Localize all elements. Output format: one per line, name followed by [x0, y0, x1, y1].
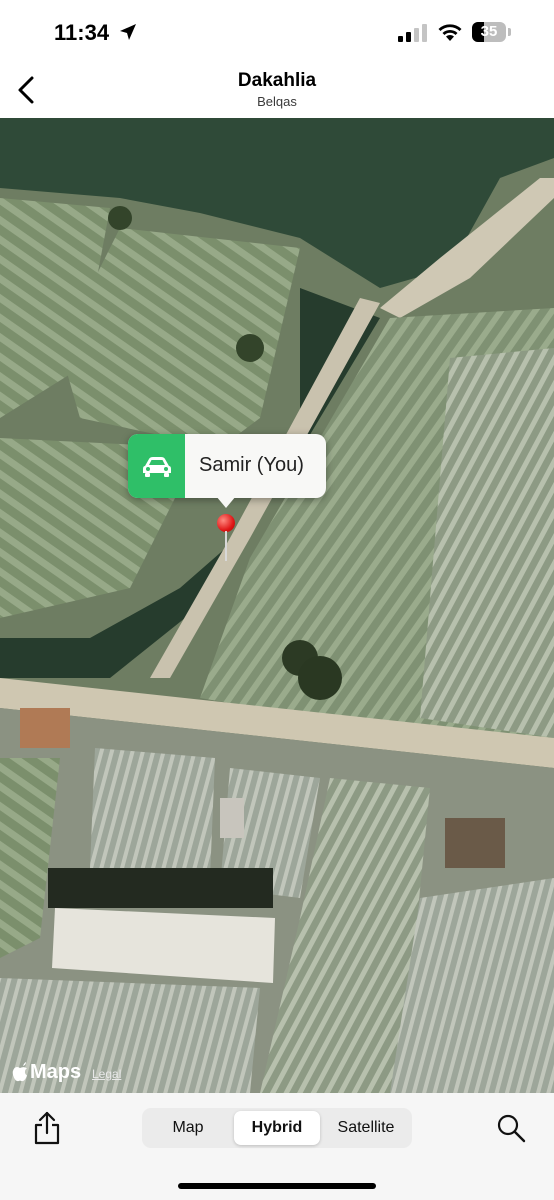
location-pin-icon[interactable] [217, 514, 235, 532]
status-bar: 11:34 35 [0, 0, 554, 62]
car-icon [143, 457, 171, 477]
satellite-map[interactable] [0, 118, 554, 1093]
status-time: 11:34 [54, 20, 110, 45]
navigation-bar: Dakahlia Belqas [0, 62, 554, 118]
segment-hybrid[interactable]: Hybrid [234, 1111, 320, 1145]
page-title: Dakahlia [237, 70, 317, 91]
car-icon-badge [128, 434, 185, 498]
location-pin-needle [225, 531, 227, 561]
callout-label: Samir (You) [199, 454, 304, 476]
cellular-signal-icon [398, 24, 427, 42]
apple-logo-icon [12, 1062, 27, 1082]
location-arrow-icon [120, 24, 136, 40]
satellite-imagery [0, 118, 554, 1093]
segment-satellite[interactable]: Satellite [323, 1111, 409, 1145]
maps-attribution: Maps [30, 1061, 82, 1083]
wifi-icon [438, 24, 462, 41]
battery-level: 35 [480, 23, 498, 40]
search-icon[interactable] [496, 1113, 526, 1143]
map-type-segmented-control: Map Hybrid Satellite [142, 1108, 412, 1148]
page-subtitle: Belqas [257, 94, 297, 109]
user-location-callout[interactable]: Samir (You) [128, 434, 326, 498]
share-icon[interactable] [32, 1111, 62, 1145]
legal-link[interactable]: Legal [92, 1067, 121, 1081]
battery-indicator: 35 [472, 22, 512, 42]
home-indicator [178, 1183, 376, 1189]
callout-pointer [216, 496, 236, 508]
segment-map[interactable]: Map [145, 1111, 231, 1145]
